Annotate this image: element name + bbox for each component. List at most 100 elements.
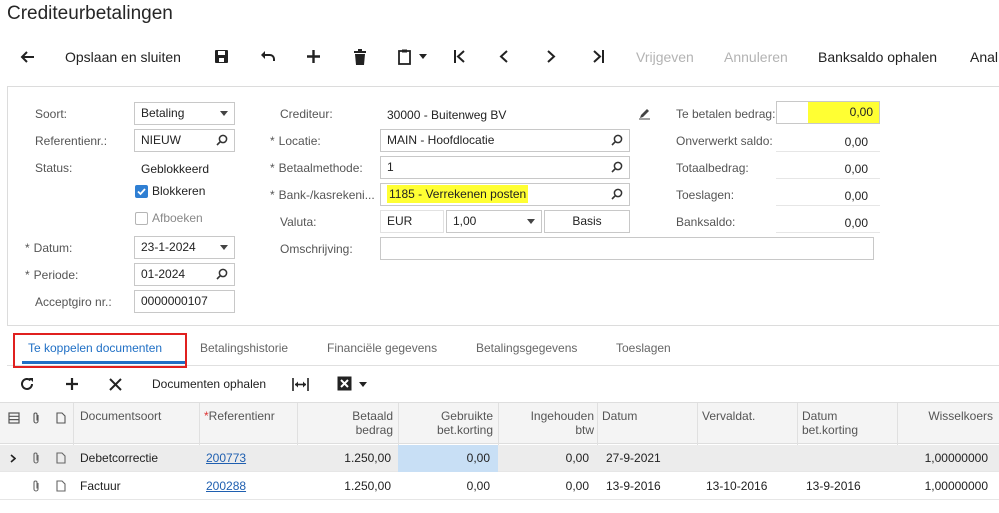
exchange-rate-select[interactable]: 1,00 bbox=[446, 210, 542, 233]
first-record-button[interactable] bbox=[453, 39, 471, 75]
payment-form: Soort: Betaling Referentienr.: NIEUW Sta… bbox=[7, 86, 999, 326]
load-documents-button[interactable]: Documenten ophalen bbox=[152, 370, 266, 398]
tab-charges[interactable]: Toeslagen bbox=[616, 341, 671, 355]
delete-row-button[interactable] bbox=[109, 370, 125, 398]
fetch-bank-balance-button[interactable]: Banksaldo ophalen bbox=[818, 39, 937, 75]
total-label: Totaalbedrag: bbox=[676, 161, 749, 175]
tab-financial-details[interactable]: Financiële gegevens bbox=[327, 341, 437, 355]
grid-header: Documentsoort *Referentienr Betaald bedra… bbox=[0, 402, 999, 445]
cell-ref-no[interactable]: 200773 bbox=[206, 445, 246, 472]
table-row[interactable]: Factuur 200288 1.250,00 0,00 0,00 13-9-2… bbox=[0, 473, 999, 500]
save-button[interactable] bbox=[214, 39, 232, 75]
cell-discount-used[interactable]: 0,00 bbox=[398, 473, 490, 500]
block-checkbox[interactable] bbox=[135, 185, 148, 198]
note-icon[interactable] bbox=[56, 452, 66, 464]
acceptgiro-label: Acceptgiro nr.: bbox=[35, 295, 112, 309]
period-label: * Periode: bbox=[25, 268, 79, 282]
col-vat-withheld[interactable]: Ingehouden btw bbox=[500, 409, 594, 437]
cancel-button[interactable]: Annuleren bbox=[724, 39, 788, 75]
page-title: Crediteurbetalingen bbox=[7, 3, 173, 24]
refresh-button[interactable] bbox=[20, 370, 36, 398]
clipboard-icon bbox=[398, 49, 411, 65]
undo-button[interactable] bbox=[260, 39, 278, 75]
cell-paid-amount[interactable]: 1.250,00 bbox=[298, 445, 391, 472]
unapplied-label: Onverwerkt saldo: bbox=[676, 134, 773, 148]
tab-payment-details[interactable]: Betalingsgegevens bbox=[476, 341, 577, 355]
col-discount-date[interactable]: Datum bet.korting bbox=[802, 409, 858, 437]
delete-button[interactable] bbox=[353, 39, 371, 75]
location-label: * Locatie: bbox=[270, 134, 321, 148]
date-input[interactable]: 23-1-2024 bbox=[134, 236, 235, 259]
vendor-value: 30000 - Buitenweg BV bbox=[387, 108, 507, 122]
previous-record-button[interactable] bbox=[499, 39, 517, 75]
col-date[interactable]: Datum bbox=[602, 409, 637, 423]
cell-exchange-rate: 1,00000000 bbox=[924, 451, 988, 465]
status-value: Geblokkeerd bbox=[141, 162, 210, 176]
payment-method-input[interactable]: 1 bbox=[380, 156, 630, 179]
caret-down-icon bbox=[527, 219, 535, 224]
analyze-button[interactable]: Anal bbox=[970, 39, 998, 75]
col-due-date[interactable]: Vervaldat. bbox=[702, 409, 755, 423]
tab-payment-history[interactable]: Betalingshistorie bbox=[200, 341, 288, 355]
chevron-left-icon bbox=[499, 50, 508, 63]
type-select[interactable]: Betaling bbox=[134, 102, 235, 125]
amount-input[interactable]: 0,00 bbox=[776, 101, 880, 124]
paperclip-icon[interactable] bbox=[31, 452, 41, 465]
next-record-button[interactable] bbox=[546, 39, 564, 75]
location-input[interactable]: MAIN - Hoofdlocatie bbox=[380, 129, 630, 152]
search-icon bbox=[216, 268, 228, 280]
table-row[interactable]: Debetcorrectie 200773 1.250,00 0,00 0,00… bbox=[0, 445, 999, 472]
date-label: * Datum: bbox=[25, 241, 73, 255]
copy-paste-button[interactable] bbox=[398, 39, 430, 75]
col-ref-no[interactable]: *Referentienr bbox=[204, 409, 275, 423]
basis-button[interactable]: Basis bbox=[544, 210, 630, 233]
cell-ref-no[interactable]: 200288 bbox=[206, 473, 246, 500]
export-excel-button[interactable] bbox=[337, 370, 371, 398]
note-icon[interactable] bbox=[56, 480, 66, 492]
caret-down-icon bbox=[220, 111, 228, 116]
last-record-button[interactable] bbox=[591, 39, 609, 75]
acceptgiro-input[interactable]: 0000000107 bbox=[134, 290, 235, 313]
col-doc-type[interactable]: Documentsoort bbox=[80, 409, 161, 423]
cell-vat-withheld[interactable]: 0,00 bbox=[498, 473, 589, 500]
cell-due-date: 13-10-2016 bbox=[706, 479, 768, 493]
main-toolbar: Opslaan en sluiten Vrijgeven Annuleren B… bbox=[0, 39, 999, 75]
cell-date: 27-9-2021 bbox=[606, 451, 661, 465]
cash-account-input[interactable]: 1185 - Verrekenen posten bbox=[380, 183, 630, 206]
reference-input[interactable]: NIEUW bbox=[134, 129, 235, 152]
skip-first-icon bbox=[454, 50, 465, 63]
period-input[interactable]: 01-2024 bbox=[134, 263, 235, 286]
charges-value: 0,00 bbox=[844, 189, 868, 203]
fit-width-icon bbox=[292, 378, 309, 391]
writeoff-checkbox[interactable] bbox=[135, 212, 148, 225]
col-paid-amount[interactable]: Betaald bedrag bbox=[300, 409, 393, 437]
cell-vat-withheld[interactable]: 0,00 bbox=[498, 445, 589, 472]
cash-account-label: * Bank-/kasrekeni... bbox=[270, 188, 375, 202]
row-settings-icon[interactable] bbox=[8, 412, 20, 424]
caret-down-icon bbox=[359, 382, 367, 387]
chevron-right-icon bbox=[547, 50, 556, 63]
back-button[interactable] bbox=[20, 39, 36, 75]
cell-discount-used[interactable]: 0,00 bbox=[398, 445, 490, 472]
unapplied-value: 0,00 bbox=[844, 135, 868, 149]
excel-icon bbox=[337, 376, 352, 391]
release-button[interactable]: Vrijgeven bbox=[636, 39, 694, 75]
cell-paid-amount[interactable]: 1.250,00 bbox=[298, 473, 391, 500]
cell-discount-date: 13-9-2016 bbox=[806, 479, 861, 493]
add-button[interactable] bbox=[306, 39, 324, 75]
search-icon bbox=[216, 134, 228, 146]
add-row-button[interactable] bbox=[65, 370, 81, 398]
save-close-button[interactable]: Opslaan en sluiten bbox=[65, 39, 181, 75]
status-label: Status: bbox=[35, 161, 73, 175]
description-input[interactable] bbox=[380, 237, 874, 260]
fit-columns-button[interactable] bbox=[292, 370, 310, 398]
row-selector-icon bbox=[10, 454, 16, 463]
paperclip-icon[interactable] bbox=[31, 480, 41, 493]
caret-down-icon bbox=[419, 54, 427, 59]
total-value: 0,00 bbox=[844, 162, 868, 176]
col-exchange-rate[interactable]: Wisselkoers bbox=[900, 409, 993, 423]
col-discount-used[interactable]: Gebruikte bet.korting bbox=[400, 409, 493, 437]
plus-icon bbox=[307, 50, 320, 63]
payment-method-label: * Betaalmethode: bbox=[270, 161, 363, 175]
pencil-icon[interactable] bbox=[638, 107, 651, 120]
